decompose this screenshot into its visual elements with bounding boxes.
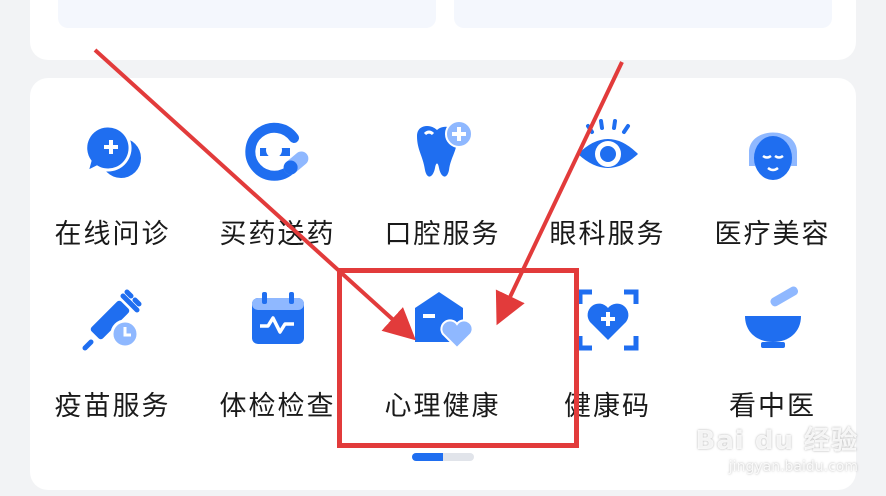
service-label: 疫苗服务 — [54, 391, 171, 422]
top-card — [30, 0, 856, 60]
top-tile-left[interactable] — [58, 0, 436, 28]
scan-heart-icon — [574, 286, 642, 354]
chat-plus-icon — [79, 118, 147, 186]
page-dot[interactable] — [443, 453, 474, 461]
service-label: 在线问诊 — [54, 219, 171, 250]
service-label: 买药送药 — [219, 219, 336, 250]
tooth-plus-icon — [409, 118, 477, 186]
syringe-clock-icon — [79, 286, 147, 354]
mortar-icon — [739, 286, 807, 354]
service-label: 口腔服务 — [384, 219, 501, 250]
eye-icon — [574, 118, 642, 186]
service-label: 体检检查 — [219, 391, 336, 422]
service-label: 医疗美容 — [714, 219, 831, 250]
pill-e-icon — [244, 118, 312, 186]
watermark-url: jingyan.baidu.com — [728, 459, 858, 475]
service-label: 眼科服务 — [549, 219, 666, 250]
watermark-logo: Bai du 经验 — [695, 426, 858, 456]
annotation-highlight-box — [337, 268, 579, 448]
service-label: 看中医 — [729, 391, 816, 422]
top-tile-right[interactable] — [454, 0, 832, 28]
page-indicator — [412, 453, 474, 461]
calendar-pulse-icon — [244, 286, 312, 354]
baidu-watermark: Bai du 经验 jingyan.baidu.com — [688, 420, 859, 475]
page-dot-active[interactable] — [412, 453, 443, 461]
face-icon — [739, 118, 807, 186]
